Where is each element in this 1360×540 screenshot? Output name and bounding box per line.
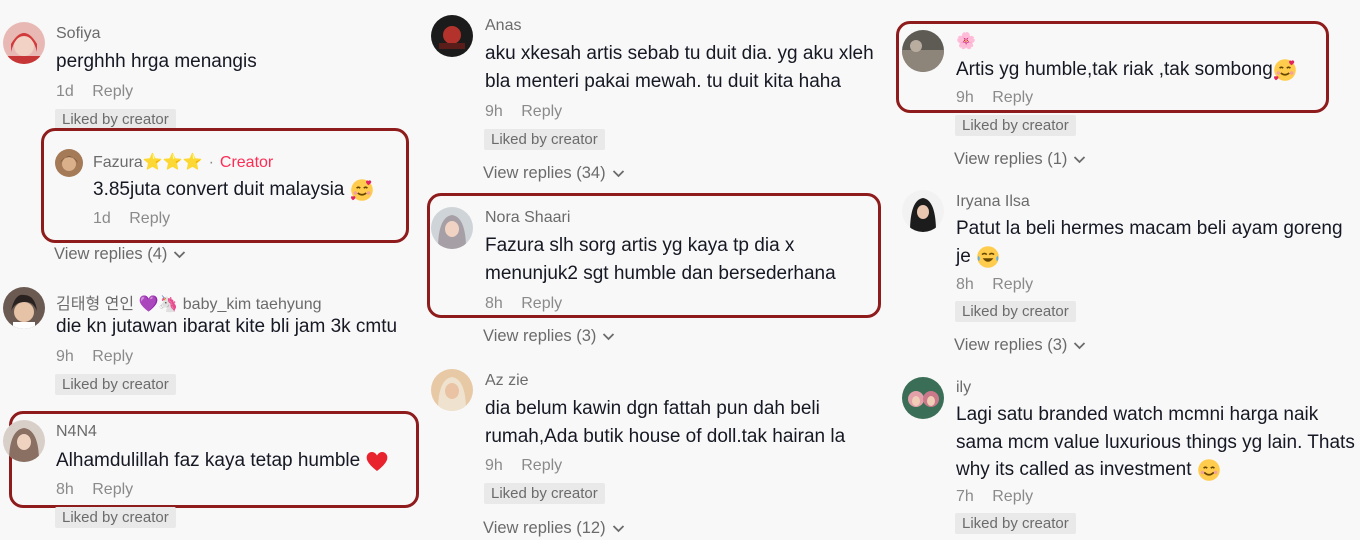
timestamp: 9h xyxy=(485,457,503,474)
comment-text: perghhh hrga menangis xyxy=(56,51,257,72)
liked-by-creator-badge: Liked by creator xyxy=(955,301,1076,322)
comment-text-line-2: rumah,Ada butik house of doll.tak hairan… xyxy=(485,426,846,447)
timestamp: 1d xyxy=(56,83,74,100)
avatar[interactable] xyxy=(3,420,45,462)
username[interactable]: N4N4 xyxy=(56,423,97,441)
comment-text-line-1: Fazura slh sorg artis yg kaya tp dia x xyxy=(485,235,795,256)
username[interactable]: ily xyxy=(956,379,971,397)
chevron-down-icon xyxy=(603,332,615,340)
comment-text-line-1: Patut la beli hermes macam beli ayam gor… xyxy=(956,218,1343,239)
username[interactable]: Fazura⭐⭐⭐ xyxy=(93,154,203,171)
username[interactable]: Nora Shaari xyxy=(485,209,570,227)
avatar[interactable] xyxy=(902,377,944,419)
username[interactable]: Sofiya xyxy=(56,25,100,43)
timestamp: 8h xyxy=(485,295,503,312)
comment-text-line-1: dia belum kawin dgn fattah pun dah beli xyxy=(485,398,820,419)
timestamp: 8h xyxy=(956,276,974,293)
chevron-down-icon xyxy=(174,250,186,258)
username[interactable]: Az zie xyxy=(485,372,529,390)
avatar[interactable] xyxy=(55,149,83,177)
liked-by-creator-badge: Liked by creator xyxy=(955,513,1076,534)
view-replies-button[interactable]: View replies (1) xyxy=(954,150,1086,169)
view-replies-button[interactable]: View replies (34) xyxy=(483,164,625,183)
reply-button[interactable]: Reply xyxy=(129,210,170,227)
avatar[interactable] xyxy=(431,15,473,57)
timestamp: 1d xyxy=(93,210,111,227)
reply-button[interactable]: Reply xyxy=(92,83,133,100)
reply-button[interactable]: Reply xyxy=(521,103,562,120)
smile-emoji-icon xyxy=(1197,458,1221,482)
reply-button[interactable]: Reply xyxy=(521,295,562,312)
timestamp: 9h xyxy=(56,348,74,365)
liked-by-creator-badge: Liked by creator xyxy=(484,129,605,150)
chevron-down-icon xyxy=(612,169,624,177)
view-replies-label: View replies (3) xyxy=(483,327,597,345)
avatar[interactable] xyxy=(902,190,944,232)
liked-by-creator-badge: Liked by creator xyxy=(484,483,605,504)
comment-text-line-2: bla menteri pakai mewah. tu duit kita ha… xyxy=(485,71,841,92)
view-replies-label: View replies (4) xyxy=(54,245,168,263)
view-replies-label: View replies (12) xyxy=(483,519,606,537)
comment-text: die kn jutawan ibarat kite bli jam 3k cm… xyxy=(56,316,398,337)
avatar[interactable] xyxy=(3,287,45,329)
comment-text-line-2: je xyxy=(956,246,971,267)
liked-by-creator-badge: Liked by creator xyxy=(55,374,176,395)
username[interactable]: 김태형 연인 💜🦄 baby_kim taehyung xyxy=(56,290,322,314)
view-replies-button[interactable]: View replies (12) xyxy=(483,519,625,538)
liked-by-creator-badge: Liked by creator xyxy=(55,109,176,130)
avatar[interactable] xyxy=(902,30,944,72)
view-replies-button[interactable]: View replies (4) xyxy=(54,245,186,264)
timestamp: 7h xyxy=(956,488,974,505)
chevron-down-icon xyxy=(1074,155,1086,163)
view-replies-label: View replies (3) xyxy=(954,336,1068,354)
reply-button[interactable]: Reply xyxy=(992,276,1033,293)
view-replies-button[interactable]: View replies (3) xyxy=(483,327,615,346)
reply-button[interactable]: Reply xyxy=(992,89,1033,106)
chevron-down-icon xyxy=(1074,341,1086,349)
reply-button[interactable]: Reply xyxy=(92,481,133,498)
reply-button[interactable]: Reply xyxy=(521,457,562,474)
laughing-tears-emoji-icon xyxy=(976,245,1000,269)
comment-text-line-1: Lagi satu branded watch mcmni harga naik xyxy=(956,404,1319,425)
comment-text-line-1: aku xkesah artis sebab tu duit dia. yg a… xyxy=(485,43,874,64)
smiling-hearts-emoji-icon xyxy=(349,178,374,202)
timestamp: 9h xyxy=(956,89,974,106)
liked-by-creator-badge: Liked by creator xyxy=(55,507,176,528)
username[interactable]: Anas xyxy=(485,17,521,35)
view-replies-label: View replies (34) xyxy=(483,164,606,182)
smiling-hearts-emoji-icon xyxy=(1272,58,1297,82)
heart-emoji-icon xyxy=(367,451,388,471)
creator-label: Creator xyxy=(219,154,274,171)
timestamp: 8h xyxy=(56,481,74,498)
avatar[interactable] xyxy=(431,369,473,411)
comment-text-line-3: why its called as investment xyxy=(956,459,1192,480)
comment-text-line-2: sama mcm value luxurious things yg lain.… xyxy=(956,432,1355,453)
timestamp: 9h xyxy=(485,103,503,120)
separator-dot: · xyxy=(208,154,214,171)
chevron-down-icon xyxy=(612,524,624,532)
username[interactable]: 🌸 xyxy=(956,31,976,51)
liked-by-creator-badge: Liked by creator xyxy=(955,115,1076,136)
avatar[interactable] xyxy=(431,207,473,249)
view-replies-label: View replies (1) xyxy=(954,150,1068,168)
reply-button[interactable]: Reply xyxy=(992,488,1033,505)
comment-text: Artis yg humble,tak riak ,tak sombong xyxy=(956,59,1273,80)
comment-text-line-2: menunjuk2 sgt humble dan bersederhana xyxy=(485,263,836,284)
avatar[interactable] xyxy=(3,22,45,64)
view-replies-button[interactable]: View replies (3) xyxy=(954,336,1086,355)
comment-text: 3.85juta convert duit malaysia xyxy=(93,179,345,200)
reply-button[interactable]: Reply xyxy=(92,348,133,365)
username[interactable]: Iryana Ilsa xyxy=(956,193,1030,211)
comment-text: Alhamdulillah faz kaya tetap humble xyxy=(56,450,361,471)
